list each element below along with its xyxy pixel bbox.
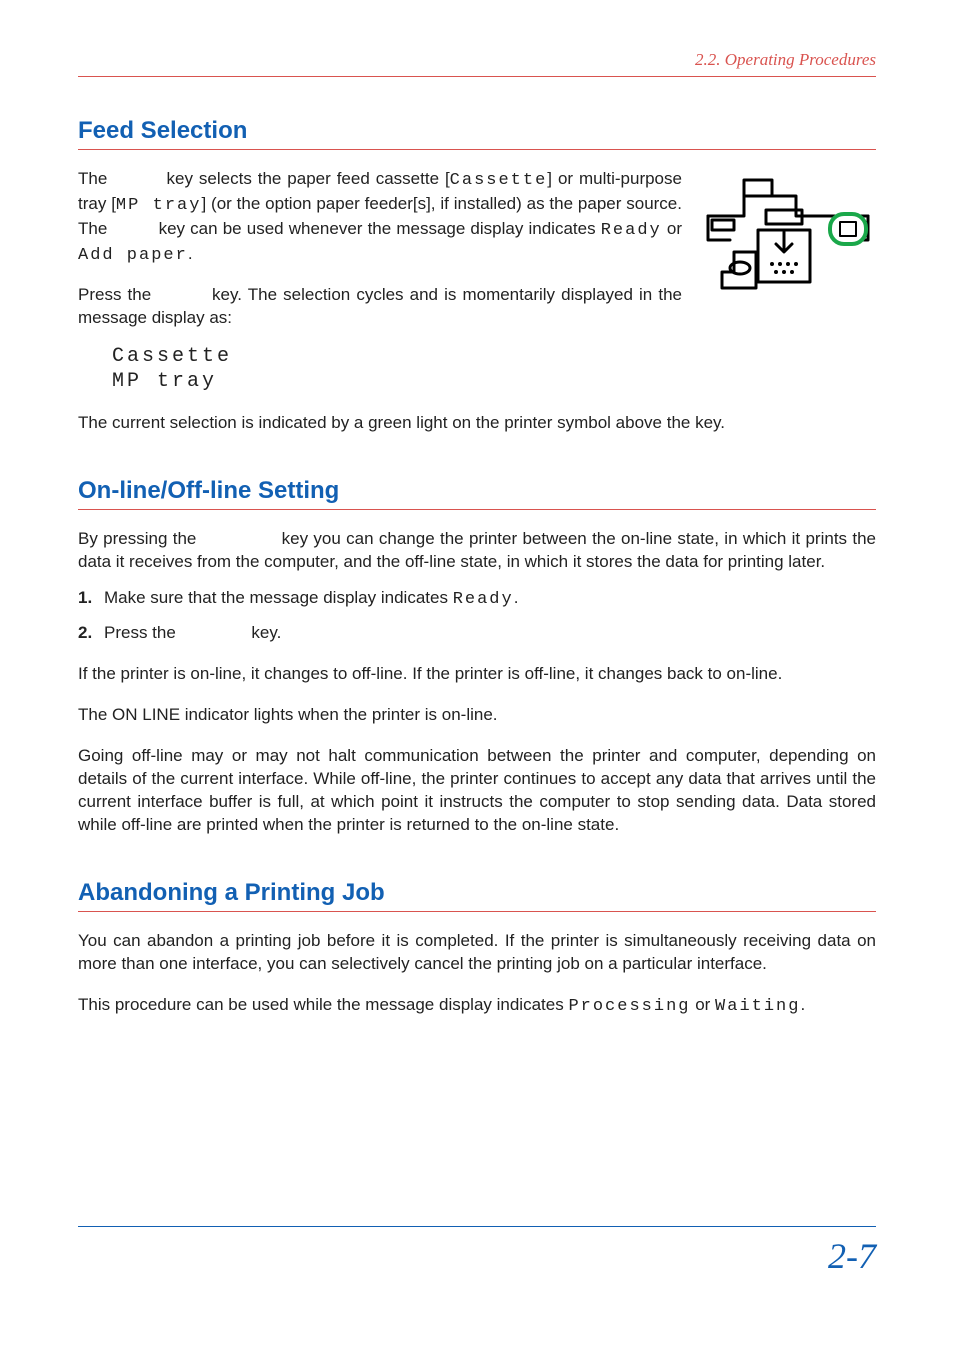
text: key. The selection cycles and is momenta…: [78, 285, 682, 327]
text: .: [188, 244, 193, 263]
feed-intro-block: The key selects the paper feed cassette …: [78, 168, 682, 330]
header-rule: [78, 76, 876, 77]
abandon-when: This procedure can be used while the mes…: [78, 994, 876, 1019]
text: Press the: [78, 285, 157, 304]
code-addpaper: Add paper: [78, 246, 188, 265]
text: key.: [247, 623, 282, 642]
heading-online-offline: On-line/Off-line Setting: [78, 477, 876, 510]
step-1: Make sure that the message display indic…: [78, 587, 876, 612]
code-cassette: Cassette: [450, 171, 548, 190]
online-buffer-text: Going off-line may or may not halt commu…: [78, 745, 876, 837]
abandon-intro: You can abandon a printing job before it…: [78, 930, 876, 976]
code-processing: Processing: [568, 997, 690, 1016]
footer-rule: [78, 1226, 876, 1227]
text: Press the: [104, 623, 181, 642]
code-waiting: Waiting: [715, 997, 800, 1016]
text: key can be used whenever the message dis…: [153, 219, 600, 238]
text: or: [662, 219, 682, 238]
text: .: [800, 995, 805, 1014]
feed-greenlight-text: The current selection is indicated by a …: [78, 412, 876, 435]
online-steps: Make sure that the message display indic…: [78, 587, 876, 645]
heading-feed-selection: Feed Selection: [78, 117, 876, 150]
cycle-display: Cassette MP tray: [112, 344, 876, 394]
code-ready: Ready: [601, 221, 662, 240]
code-ready: Ready: [453, 590, 514, 609]
printer-diagram-icon: [700, 168, 876, 303]
text: This procedure can be used while the mes…: [78, 995, 568, 1014]
text: By pressing the: [78, 529, 202, 548]
online-toggle-text: If the printer is on-line, it changes to…: [78, 663, 876, 686]
online-indicator-text: The ON LINE indicator lights when the pr…: [78, 704, 876, 727]
page-number: 2-7: [828, 1235, 876, 1277]
online-intro: By pressing the key you can change the p…: [78, 528, 876, 574]
text: key selects the paper feed cassette [: [161, 169, 450, 188]
code-mptray: MP tray: [116, 196, 202, 215]
text: The: [78, 169, 113, 188]
heading-abandon-job: Abandoning a Printing Job: [78, 879, 876, 912]
running-header: 2.2. Operating Procedures: [78, 50, 876, 70]
text: or: [690, 995, 715, 1014]
step-2: Press the key.: [78, 622, 876, 645]
text: .: [514, 588, 519, 607]
text: Make sure that the message display indic…: [104, 588, 453, 607]
